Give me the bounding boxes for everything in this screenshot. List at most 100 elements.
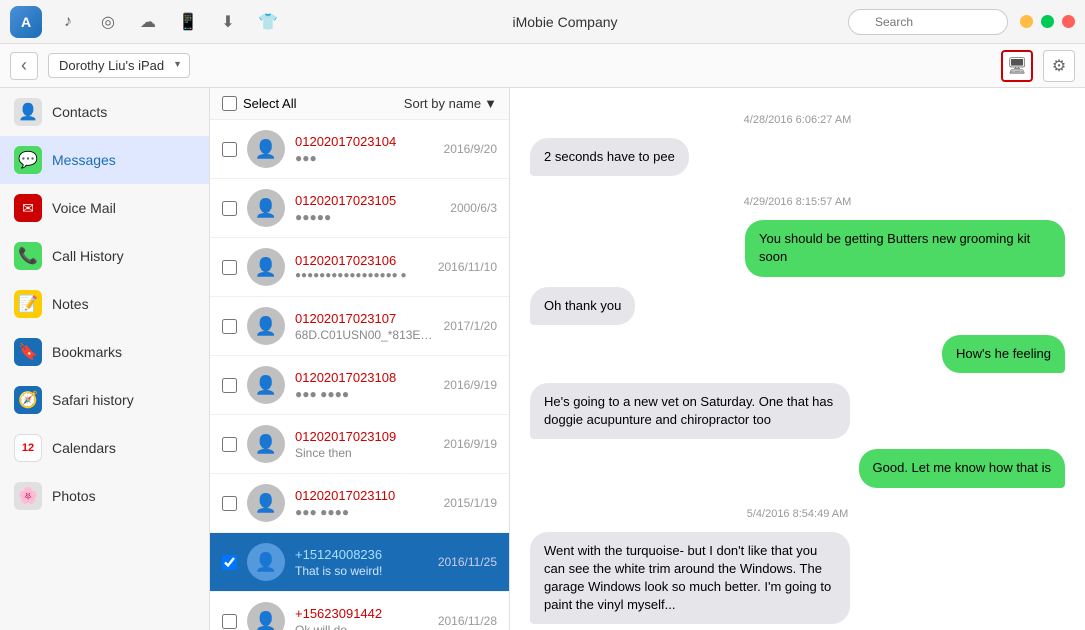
contact-number: 01202017023108: [295, 370, 434, 385]
contact-number: 01202017023106: [295, 253, 428, 268]
message-row: How's he feeling: [530, 335, 1065, 373]
sidebar-item-messages[interactable]: 💬 Messages: [0, 136, 209, 184]
list-item[interactable]: 👤 +15623091442 Ok will do 2016/11/28: [210, 592, 509, 630]
contact-sub: ●●●●●: [295, 210, 440, 224]
message-row: Good. Let me know how that is: [530, 449, 1065, 487]
sidebar-label-calendars: Calendars: [52, 440, 116, 456]
contact-info: +15124008236 That is so weird!: [295, 547, 428, 578]
export-button[interactable]: 🖥: [1001, 50, 1033, 82]
contact-info: 01202017023110 ●●● ●●●●: [295, 488, 434, 519]
window-controls: [1020, 15, 1075, 28]
avatar: 👤: [247, 130, 285, 168]
contact-date: 2016/11/25: [438, 555, 497, 569]
message-row: 2 seconds have to pee: [530, 138, 1065, 176]
item-checkbox[interactable]: [222, 319, 237, 334]
photos-icon: 🌸: [14, 482, 42, 510]
sidebar-label-safari: Safari history: [52, 392, 134, 408]
sort-icon: ▼: [484, 96, 497, 111]
message-bubble: Good. Let me know how that is: [859, 449, 1065, 487]
item-checkbox[interactable]: [222, 614, 237, 629]
list-item[interactable]: 👤 01202017023107 68D.C01USN00_*813E39245…: [210, 297, 509, 356]
message-bubble: 2 seconds have to pee: [530, 138, 689, 176]
top-toolbar: A ♪ ◎ ☁ 📱 ⬇ 👕 iMobie Company: [0, 0, 1085, 44]
contact-number: +15623091442: [295, 606, 428, 621]
sidebar-item-voicemail[interactable]: ✉ Voice Mail: [0, 184, 209, 232]
item-checkbox[interactable]: [222, 437, 237, 452]
sidebar-item-calendars[interactable]: 12 Calendars: [0, 424, 209, 472]
item-checkbox[interactable]: [222, 201, 237, 216]
contact-sub: Since then: [295, 446, 434, 460]
sidebar-label-bookmarks: Bookmarks: [52, 344, 122, 360]
close-button[interactable]: [1062, 15, 1075, 28]
sidebar-item-callhistory[interactable]: 📞 Call History: [0, 232, 209, 280]
select-all-checkbox[interactable]: [222, 96, 237, 111]
notes-icon: 📝: [14, 290, 42, 318]
item-checkbox[interactable]: [222, 260, 237, 275]
contact-number: 01202017023104: [295, 134, 434, 149]
avatar: 👤: [247, 189, 285, 227]
download-icon[interactable]: ⬇: [214, 8, 242, 36]
sidebar-label-photos: Photos: [52, 488, 96, 504]
second-toolbar: ‹ Dorothy Liu's iPad 🖥 ⚙: [0, 44, 1085, 88]
item-checkbox[interactable]: [222, 555, 237, 570]
list-item[interactable]: 👤 +15124008236 That is so weird! 2016/11…: [210, 533, 509, 592]
list-item[interactable]: 👤 01202017023106 ●●●●●●●●●●●●●●●●● ● 201…: [210, 238, 509, 297]
item-checkbox[interactable]: [222, 496, 237, 511]
sidebar-item-photos[interactable]: 🌸 Photos: [0, 472, 209, 520]
messages-icon: 💬: [14, 146, 42, 174]
item-checkbox[interactable]: [222, 378, 237, 393]
contact-date: 2015/1/19: [444, 496, 497, 510]
list-item[interactable]: 👤 01202017023110 ●●● ●●●● 2015/1/19: [210, 474, 509, 533]
sidebar-item-bookmarks[interactable]: 🔖 Bookmarks: [0, 328, 209, 376]
list-item[interactable]: 👤 01202017023104 ●●● 2016/9/20: [210, 120, 509, 179]
avatar: 👤: [247, 543, 285, 581]
contact-info: 01202017023108 ●●● ●●●●: [295, 370, 434, 401]
list-item[interactable]: 👤 01202017023109 Since then 2016/9/19: [210, 415, 509, 474]
safari-icon: 🧭: [14, 386, 42, 414]
sort-button[interactable]: Sort by name ▼: [404, 96, 497, 111]
message-row: He's going to a new vet on Saturday. One…: [530, 383, 1065, 439]
minimize-button[interactable]: [1020, 15, 1033, 28]
message-bubble: How's he feeling: [942, 335, 1065, 373]
ring-icon[interactable]: ◎: [94, 8, 122, 36]
contact-number: 01202017023109: [295, 429, 434, 444]
back-button[interactable]: ‹: [10, 52, 38, 80]
sidebar-item-contacts[interactable]: 👤 Contacts: [0, 88, 209, 136]
list-item[interactable]: 👤 01202017023105 ●●●●● 2000/6/3: [210, 179, 509, 238]
sidebar-label-messages: Messages: [52, 152, 116, 168]
avatar: 👤: [247, 602, 285, 630]
tshirt-icon[interactable]: 👕: [254, 8, 282, 36]
settings-button[interactable]: ⚙: [1043, 50, 1075, 82]
calendars-icon: 12: [14, 434, 42, 462]
maximize-button[interactable]: [1041, 15, 1054, 28]
cloud-icon[interactable]: ☁: [134, 8, 162, 36]
chat-panel: 4/28/2016 6:06:27 AM 2 seconds have to p…: [510, 88, 1085, 630]
sidebar-item-notes[interactable]: 📝 Notes: [0, 280, 209, 328]
avatar: 👤: [247, 248, 285, 286]
contact-date: 2016/9/19: [444, 378, 497, 392]
contact-info: 01202017023105 ●●●●●: [295, 193, 440, 224]
contact-date: 2016/11/10: [438, 260, 497, 274]
voicemail-icon: ✉: [14, 194, 42, 222]
select-all-label: Select All: [243, 96, 296, 111]
device-selector[interactable]: Dorothy Liu's iPad: [48, 53, 190, 78]
bookmarks-icon: 🔖: [14, 338, 42, 366]
item-checkbox[interactable]: [222, 142, 237, 157]
search-input[interactable]: [848, 9, 1008, 35]
list-item[interactable]: 👤 01202017023108 ●●● ●●●● 2016/9/19: [210, 356, 509, 415]
sidebar-label-callhistory: Call History: [52, 248, 124, 264]
contact-date: 2017/1/20: [444, 319, 497, 333]
sidebar-item-safari[interactable]: 🧭 Safari history: [0, 376, 209, 424]
sidebar-label-contacts: Contacts: [52, 104, 107, 120]
message-bubble: Went with the turquoise- but I don't lik…: [530, 532, 850, 625]
contact-number: 01202017023110: [295, 488, 434, 503]
contact-sub: ●●● ●●●●: [295, 505, 434, 519]
contact-info: 01202017023107 68D.C01USN00_*813E39245F3…: [295, 311, 434, 342]
contact-number: +15124008236: [295, 547, 428, 562]
contact-info: 01202017023106 ●●●●●●●●●●●●●●●●● ●: [295, 253, 428, 281]
message-timestamp: 4/28/2016 6:06:27 AM: [530, 114, 1065, 126]
contacts-icon: 👤: [14, 98, 42, 126]
music-icon[interactable]: ♪: [54, 8, 82, 36]
message-row: Went with the turquoise- but I don't lik…: [530, 532, 1065, 625]
device-icon[interactable]: 📱: [174, 8, 202, 36]
